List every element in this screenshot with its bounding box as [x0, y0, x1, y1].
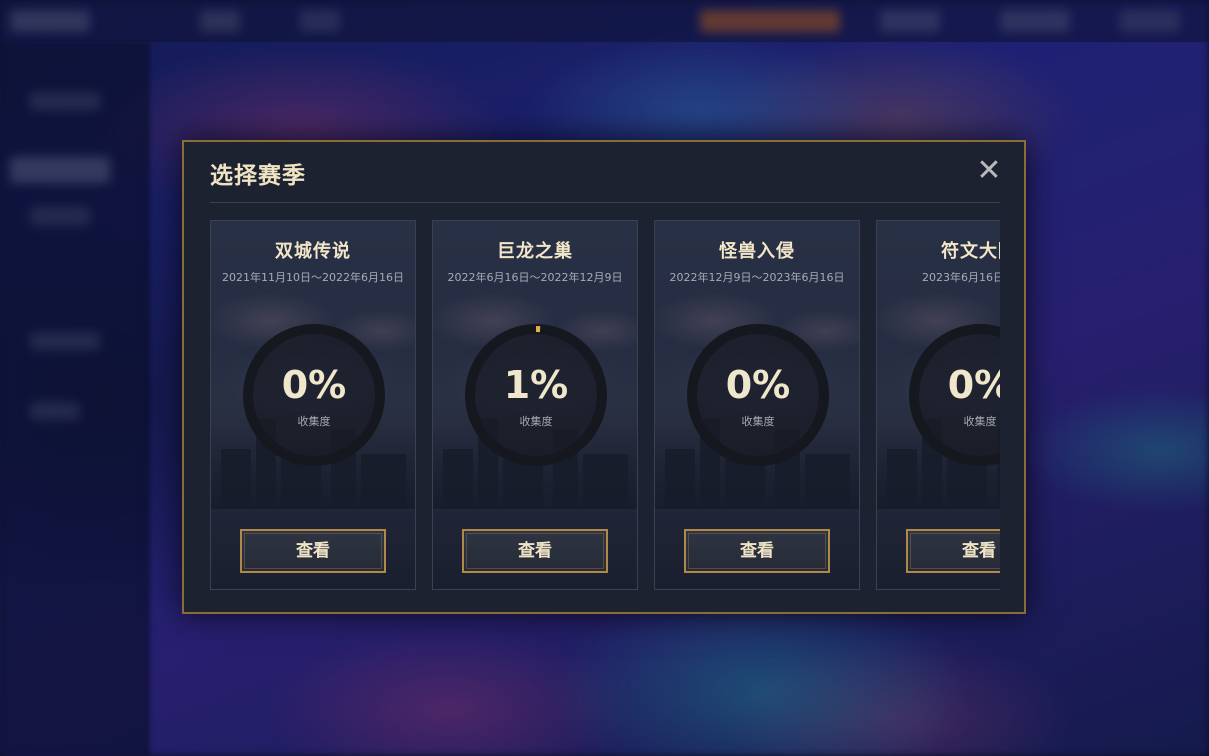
collection-label: 收集度 [963, 415, 997, 428]
season-title: 巨龙之巢 [497, 241, 573, 262]
season-card[interactable]: 符文大陆 2023年6月16日～202 0% 收集度 查看 [876, 220, 1000, 590]
season-date-range: 2022年6月16日～2022年12月9日 [447, 271, 623, 284]
collection-progress-ring: 0% 收集度 [906, 321, 1000, 469]
season-select-dialog: 选择赛季 ✕ 双城传说 2021年11月10日～2022年6月16日 0% 收集… [182, 140, 1026, 614]
view-button[interactable]: 查看 [240, 529, 386, 573]
collection-progress-ring: 0% 收集度 [684, 321, 832, 469]
collection-progress-ring: 1% 收集度 [462, 321, 610, 469]
season-title: 双城传说 [275, 241, 351, 262]
close-button[interactable]: ✕ [976, 156, 1002, 186]
collection-percentage: 0% [947, 363, 1000, 407]
collection-label: 收集度 [297, 415, 331, 428]
collection-label: 收集度 [519, 415, 553, 428]
collection-label: 收集度 [741, 415, 775, 428]
collection-percentage: 0% [725, 363, 791, 407]
view-button[interactable]: 查看 [462, 529, 608, 573]
collection-progress-ring: 0% 收集度 [240, 321, 388, 469]
season-title: 符文大陆 [941, 241, 1000, 262]
season-date-range: 2021年11月10日～2022年6月16日 [222, 271, 404, 284]
season-date-range: 2023年6月16日～202 [922, 271, 1000, 284]
collection-percentage: 1% [503, 363, 569, 407]
season-date-range: 2022年12月9日～2023年6月16日 [669, 271, 845, 284]
season-card[interactable]: 双城传说 2021年11月10日～2022年6月16日 0% 收集度 查看 [210, 220, 416, 590]
season-card[interactable]: 巨龙之巢 2022年6月16日～2022年12月9日 1% 收集度 查看 [432, 220, 638, 590]
dialog-title: 选择赛季 [210, 163, 306, 189]
view-button[interactable]: 查看 [906, 529, 1000, 573]
view-button[interactable]: 查看 [684, 529, 830, 573]
title-divider [210, 202, 1000, 203]
season-card[interactable]: 怪兽入侵 2022年12月9日～2023年6月16日 0% 收集度 查看 [654, 220, 860, 590]
season-cards-list[interactable]: 双城传说 2021年11月10日～2022年6月16日 0% 收集度 查看 巨龙… [210, 220, 1000, 594]
season-title: 怪兽入侵 [719, 241, 795, 262]
close-icon: ✕ [976, 153, 1002, 188]
collection-percentage: 0% [281, 363, 347, 407]
